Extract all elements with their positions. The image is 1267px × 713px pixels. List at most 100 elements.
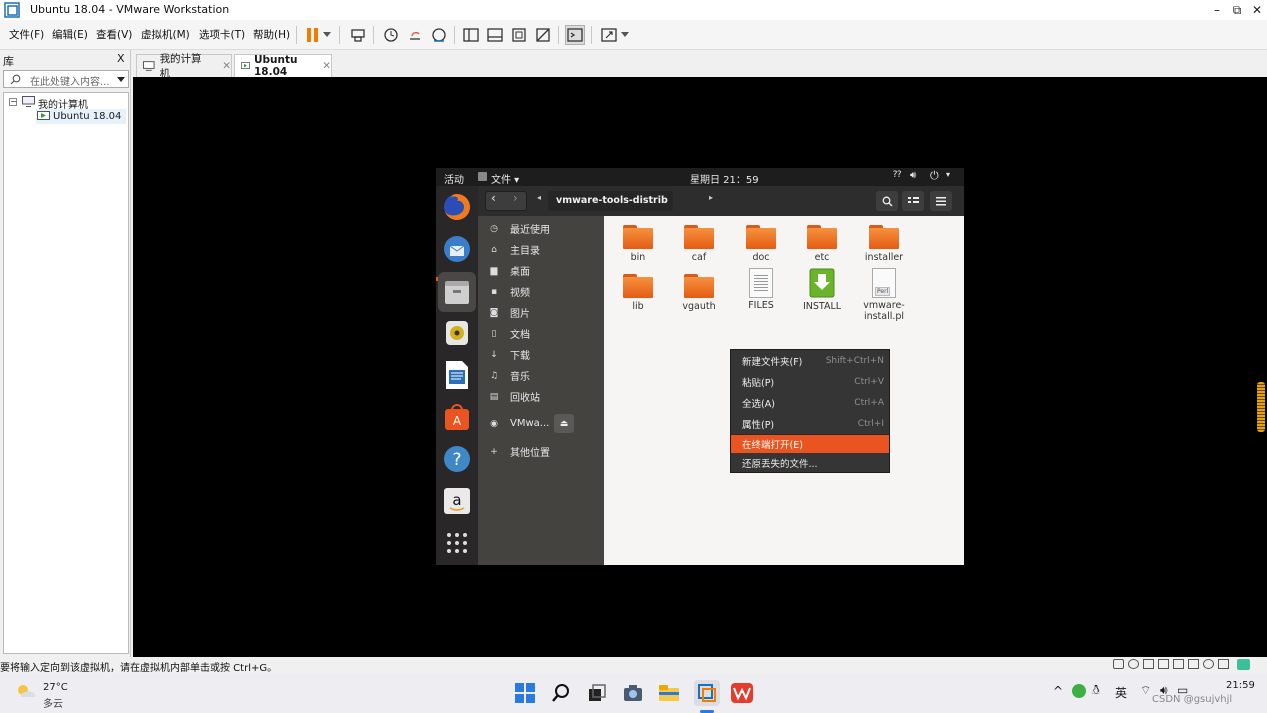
file-item-vmware-install-pl[interactable]: Perl vmware-install.pl [854,268,914,322]
menu-item-properties[interactable]: 属性(P) Ctrl+I [731,413,889,434]
tree-item-ubuntu[interactable]: Ubuntu 18.04 [53,111,121,122]
weather-temp[interactable]: 27°C [43,682,68,693]
file-item-bin[interactable]: bin [608,225,668,263]
files-icon[interactable] [438,272,476,312]
shared-folder-icon[interactable] [1218,659,1229,669]
full-screen-icon[interactable] [509,25,529,45]
snapshot-icon[interactable] [381,25,401,45]
usb-icon[interactable] [1158,659,1169,669]
menu-item-open-in-terminal[interactable]: 在终端打开(E) [731,435,889,453]
close-button[interactable]: ✕ [1246,1,1267,19]
app-menu[interactable]: 文件 ▾ [491,171,519,186]
ime-indicator[interactable]: 英 [1115,684,1127,701]
chevron-down-icon[interactable] [618,25,632,45]
revert-snapshot-icon[interactable] [405,25,425,45]
sidebar-item-videos[interactable]: ▪ 视频 [478,281,604,302]
network-icon[interactable]: ⁇ [893,170,901,180]
app-tray-icon[interactable] [1072,684,1086,698]
search-button[interactable] [876,191,898,211]
ubuntu-software-icon[interactable]: A [442,402,472,432]
weather-icon[interactable] [15,682,37,700]
message-icon[interactable] [1237,659,1250,670]
chevron-down-icon[interactable] [320,25,334,45]
file-item-etc[interactable]: etc [792,225,852,263]
send-ctrl-alt-del-icon[interactable] [348,25,368,45]
hdd-icon[interactable] [1113,659,1124,669]
snapshot-manager-icon[interactable] [429,25,449,45]
eject-icon[interactable]: ⏏ [554,414,574,433]
chevron-up-icon[interactable]: ^ [1053,684,1063,698]
menu-item-select-all[interactable]: 全选(A) Ctrl+A [731,392,889,413]
view-toggle-button[interactable] [902,191,924,211]
file-item-files[interactable]: FILES [731,268,791,311]
library-close-button[interactable]: X [117,52,125,65]
network-adapter-icon[interactable] [1143,659,1154,669]
sidebar-item-downloads[interactable]: ↓ 下载 [478,344,604,365]
sidebar-item-documents[interactable]: ▯ 文档 [478,323,604,344]
library-search-input[interactable]: 在此处键入内容... [3,70,129,88]
firefox-icon[interactable] [442,192,472,222]
tab-my-computer[interactable]: 我的计算机 ✕ [136,53,232,80]
libreoffice-writer-icon[interactable] [442,360,472,390]
maximize-button[interactable]: ⧉ [1226,1,1248,19]
menu-item-paste[interactable]: 粘贴(P) Ctrl+V [731,371,889,392]
menu-view[interactable]: 查看(V) [96,27,132,42]
path-right-arrow-icon[interactable]: ▸ [709,193,713,202]
amazon-icon[interactable]: a [442,486,472,516]
task-view-icon[interactable] [586,682,608,704]
menu-vm[interactable]: 虚拟机(M) [141,27,190,42]
menu-item-new-folder[interactable]: 新建文件夹(F) Shift+Ctrl+N [731,350,889,371]
path-left-arrow-icon[interactable]: ◂ [537,193,541,202]
chevron-down-icon[interactable] [117,77,125,82]
qq-icon[interactable]: 🐧︎ [1092,683,1100,699]
menu-button[interactable] [930,191,952,211]
show-applications-icon[interactable] [442,528,472,558]
thumbnail-bar-icon[interactable] [485,25,505,45]
sidebar-item-desktop[interactable]: ▆ 桌面 [478,260,604,281]
activities-button[interactable]: 活动 [444,171,464,186]
sidebar-item-pictures[interactable]: ◙ 图片 [478,302,604,323]
rhythmbox-icon[interactable] [442,318,472,348]
vmware-taskbar-icon[interactable] [694,680,720,706]
console-view-icon[interactable] [565,25,585,45]
sound-icon[interactable] [1188,659,1199,669]
collapse-toggle[interactable]: − [9,98,17,106]
sidebar-item-trash[interactable]: ▤ 回收站 [478,386,604,407]
file-item-vgauth[interactable]: vgauth [669,274,729,312]
printer-icon[interactable] [1173,659,1184,669]
file-explorer-icon[interactable] [658,682,680,704]
sidebar-item-other-locations[interactable]: + 其他位置 [478,441,604,462]
show-library-icon[interactable] [461,25,481,45]
help-icon[interactable]: ? [442,444,472,474]
cd-icon[interactable] [1128,659,1139,669]
weather-desc[interactable]: 多云 [43,695,63,710]
menu-edit[interactable]: 编辑(E) [52,27,88,42]
windows-start-icon[interactable] [514,682,536,704]
back-icon[interactable]: ‹ [491,191,496,205]
stretch-guest-icon[interactable] [599,25,619,45]
wifi-icon[interactable]: ⌔ [1140,683,1151,698]
chevron-down-icon[interactable]: ▾ [946,170,950,179]
sidebar-item-home[interactable]: ⌂ 主目录 [478,239,604,260]
display-icon[interactable] [1203,659,1214,669]
clock[interactable]: 星期日 21：59 [690,171,759,186]
sidebar-item-vmware-tools[interactable]: ◉ VMwa... [478,413,604,434]
wps-office-icon[interactable] [731,682,753,704]
tab-close-icon[interactable]: ✕ [222,60,231,72]
volume-icon[interactable]: 🔊︎ [910,170,916,181]
menu-file[interactable]: 文件(F) [9,27,44,42]
file-item-doc[interactable]: doc [731,225,791,263]
search-icon[interactable] [550,682,572,704]
file-item-installer[interactable]: installer [854,225,914,263]
tab-ubuntu[interactable]: Ubuntu 18.04 ✕ [234,54,332,78]
thunderbird-icon[interactable] [442,234,472,264]
forward-icon[interactable]: › [513,191,518,205]
resize-handle[interactable] [1257,382,1265,432]
menu-item-restore-missing[interactable]: 还原丢失的文件... [731,453,889,472]
path-current[interactable]: vmware-tools-distrib [556,195,668,206]
clock-time[interactable]: 21:59 [1226,680,1255,691]
file-item-install[interactable]: INSTALL [792,268,852,312]
file-item-lib[interactable]: lib [608,274,668,312]
sidebar-item-recent[interactable]: ◷ 最近使用 [478,218,604,239]
menu-help[interactable]: 帮助(H) [253,27,290,42]
